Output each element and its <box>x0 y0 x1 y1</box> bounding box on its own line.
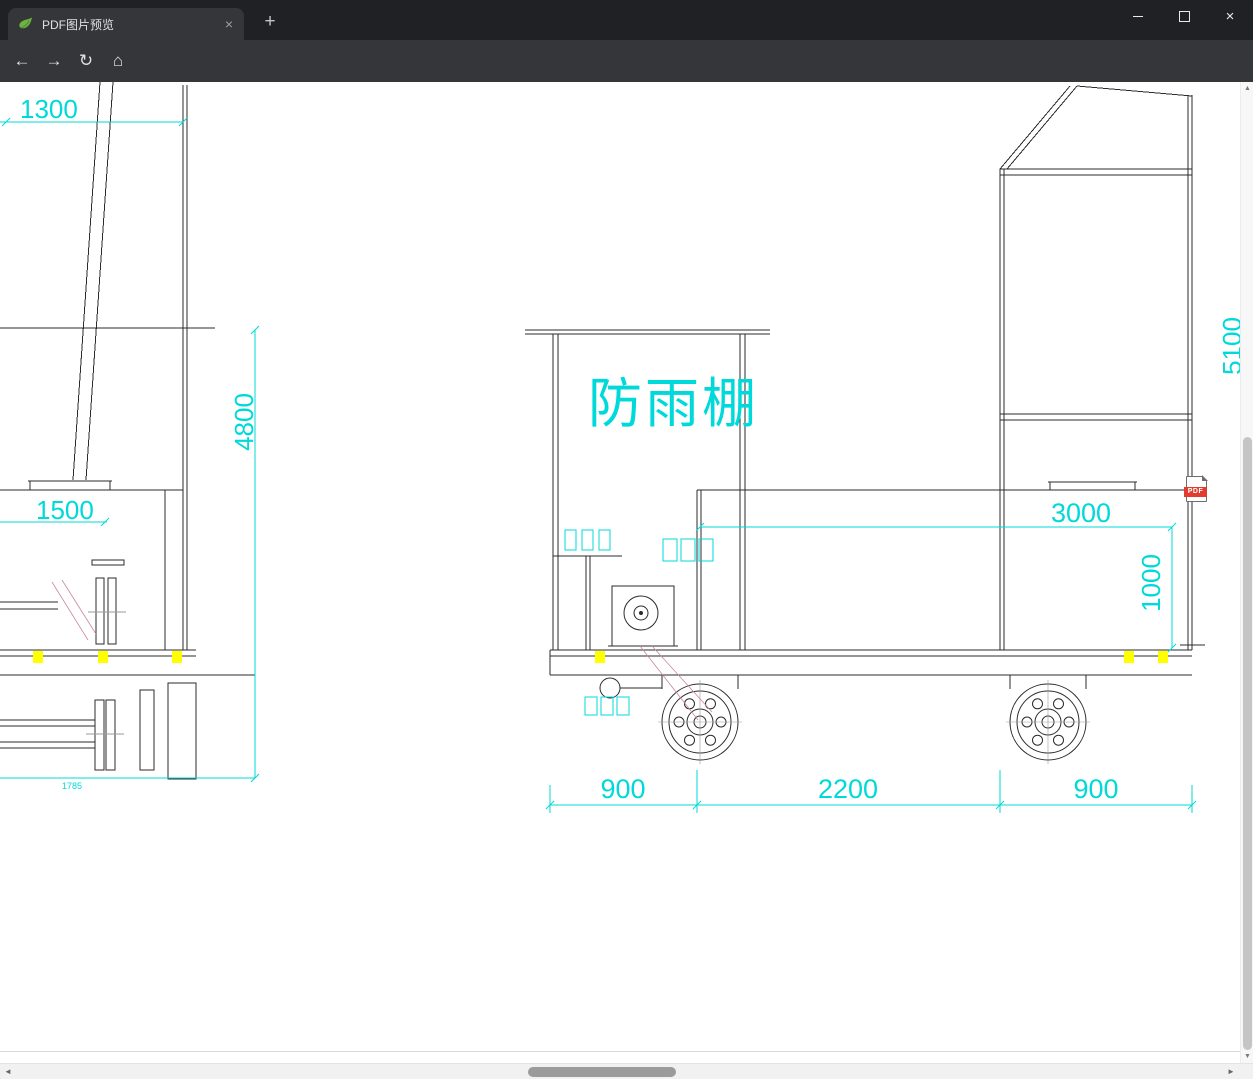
page-bottom-divider <box>0 1051 1240 1052</box>
dim-900-right: 900 <box>1073 774 1118 804</box>
dim-1300: 1300 <box>20 94 78 124</box>
scroll-right-icon[interactable]: ► <box>1223 1064 1239 1080</box>
maximize-button[interactable] <box>1161 0 1207 32</box>
dim-1785: 1785 <box>62 781 82 791</box>
close-button[interactable]: × <box>1207 0 1253 32</box>
maximize-icon <box>1178 10 1190 22</box>
back-button[interactable]: ← <box>8 47 36 75</box>
page-content: 1300 1500 4800 1785 防雨棚 900 2200 900 300… <box>0 82 1253 1079</box>
vertical-scrollbar[interactable]: ▲ ▼ <box>1240 82 1253 1063</box>
new-tab-button[interactable]: + <box>258 10 282 34</box>
vertical-scrollbar-thumb[interactable] <box>1243 437 1252 1050</box>
dim-2200: 2200 <box>818 774 878 804</box>
horizontal-scrollbar[interactable]: ◄ ► <box>0 1063 1253 1079</box>
pdf-fold-corner <box>1202 475 1208 481</box>
motor-unit <box>599 585 678 699</box>
close-icon: × <box>1225 7 1235 25</box>
tab-close-icon[interactable]: × <box>222 16 236 32</box>
horizontal-scrollbar-thumb[interactable] <box>528 1067 676 1077</box>
yellow-highlights <box>33 651 1168 663</box>
scroll-left-icon[interactable]: ◄ <box>0 1064 16 1080</box>
minimize-button[interactable] <box>1115 0 1161 32</box>
left-elevation <box>0 82 255 780</box>
scroll-up-icon[interactable]: ▲ <box>1241 85 1253 92</box>
wheel-right <box>1006 680 1090 764</box>
base-frame <box>549 649 1192 689</box>
wheel-left <box>658 680 742 764</box>
pdf-file-icon[interactable]: PDF <box>1184 475 1208 502</box>
pdf-label: PDF <box>1184 487 1207 497</box>
browser-tab[interactable]: PDF图片预览 × <box>8 8 244 40</box>
dim-900-left: 900 <box>600 774 645 804</box>
scroll-down-icon[interactable]: ▼ <box>1241 1053 1253 1060</box>
shelter-label: 防雨棚 <box>588 374 759 434</box>
cad-drawing: 1300 1500 4800 1785 防雨棚 900 2200 900 300… <box>0 82 1247 813</box>
reload-button[interactable]: ↻ <box>72 47 100 75</box>
window-controls: × <box>1115 0 1253 32</box>
minimize-icon <box>1133 15 1143 17</box>
dim-1000: 1000 <box>1136 554 1166 612</box>
dim-4800: 4800 <box>229 393 259 451</box>
home-button[interactable]: ⌂ <box>104 47 132 75</box>
right-elevation <box>696 85 1205 650</box>
browser-navbar: ← → ↻ ⌂ i localhost:8012/onlinePreview?u… <box>0 40 1253 115</box>
tab-title: PDF图片预览 <box>42 17 115 32</box>
forward-button[interactable]: → <box>40 47 68 75</box>
dim-1500: 1500 <box>36 495 94 525</box>
browser-titlebar: PDF图片预览 × + × <box>0 0 1253 40</box>
dimension-lines <box>0 117 1197 813</box>
dim-3000: 3000 <box>1051 498 1111 528</box>
spring-leaf-favicon <box>18 16 34 32</box>
